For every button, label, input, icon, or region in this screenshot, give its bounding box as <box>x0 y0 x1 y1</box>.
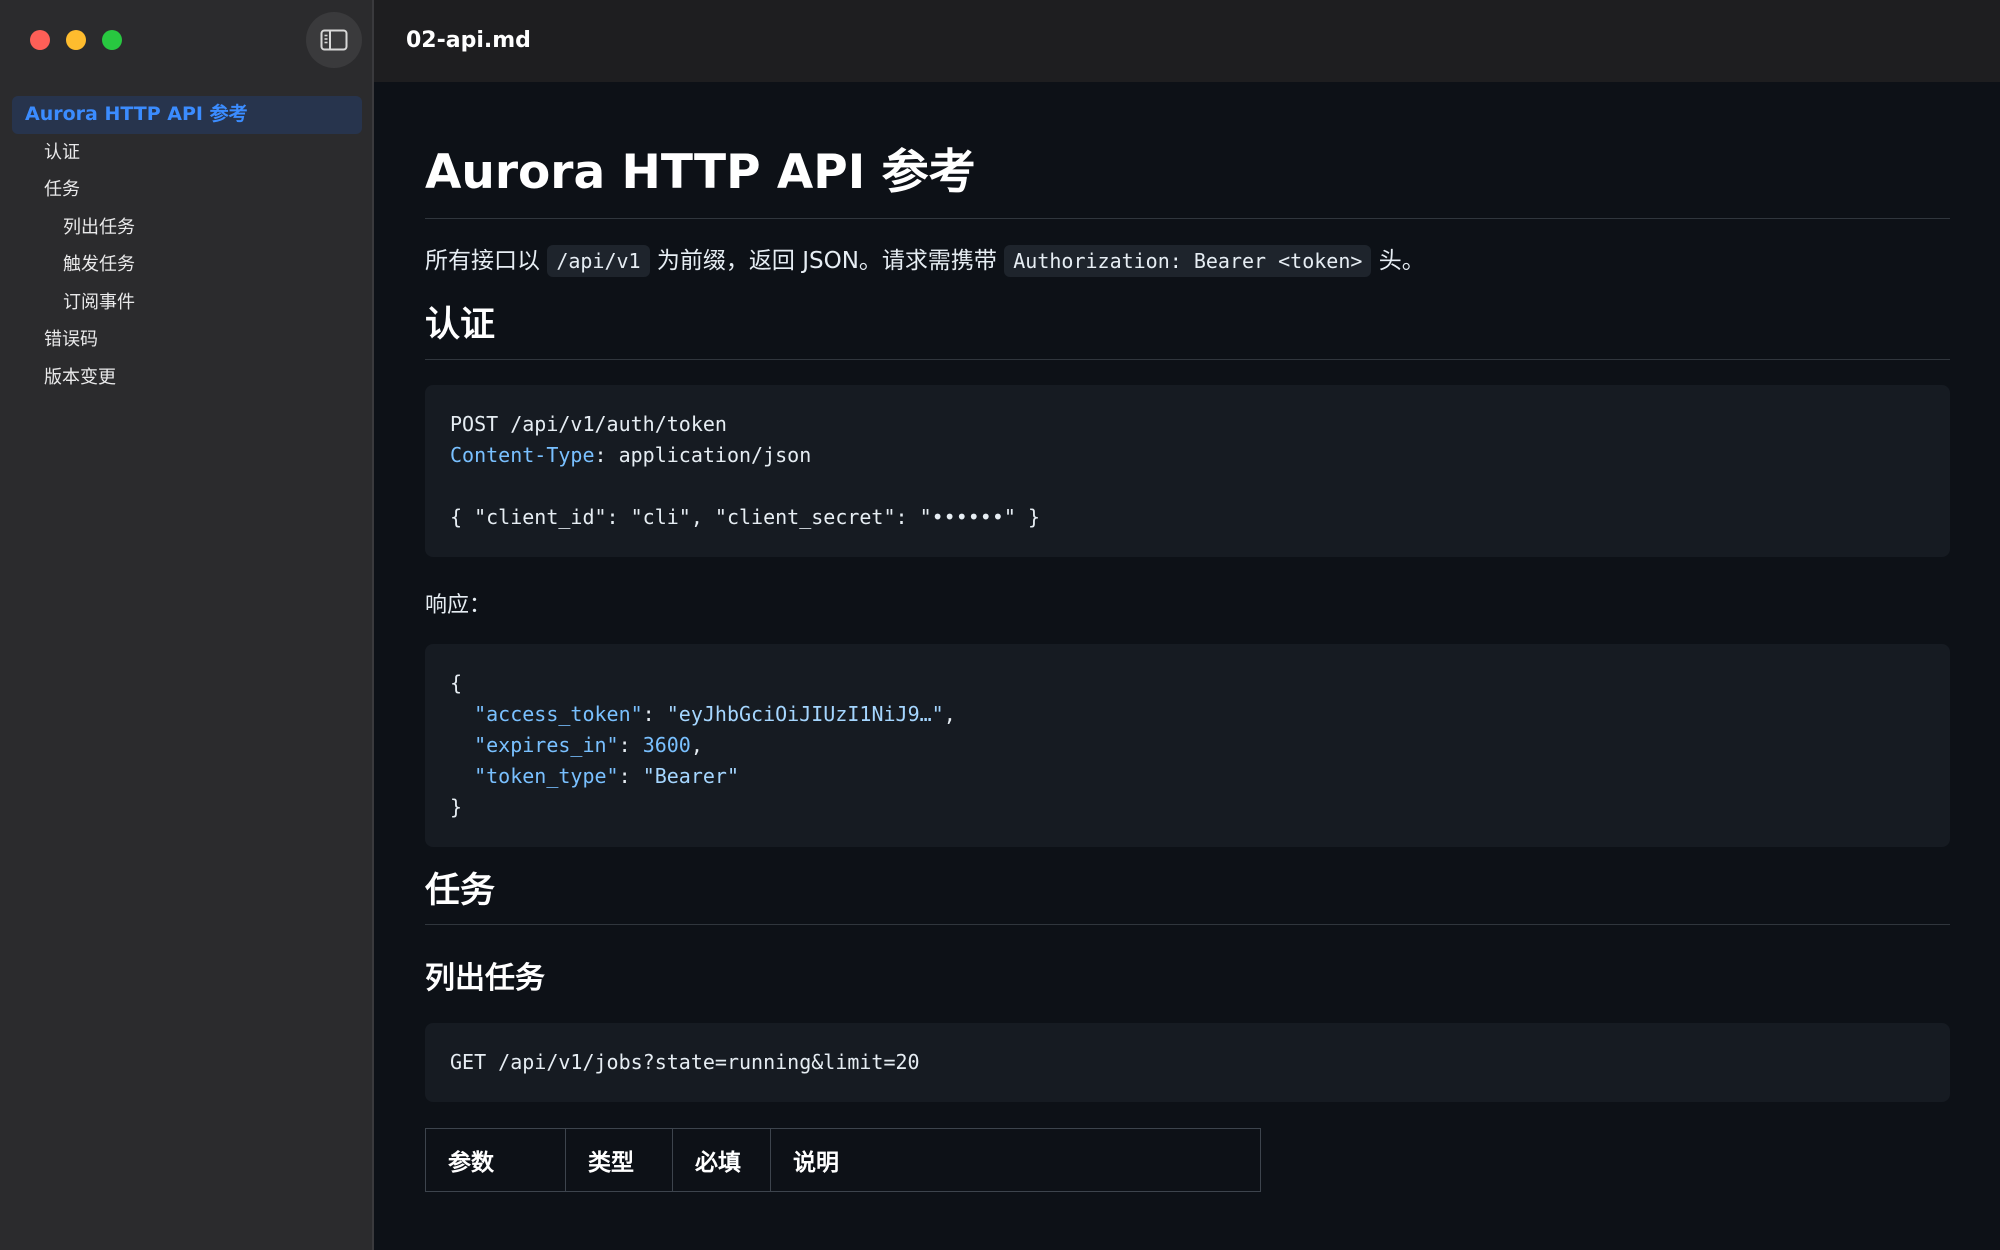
json-value: 3600 <box>642 732 691 757</box>
table-header-row: 参数 类型 必填 说明 <box>425 1128 1261 1193</box>
code-header-key: Content-Type <box>450 442 595 467</box>
toc-item-auth[interactable]: 认证 <box>12 134 362 172</box>
table-of-contents: Aurora HTTP API 参考 认证 任务 列出任务 触发任务 订阅事件 … <box>12 96 362 396</box>
code-block-list-jobs: GET /api/v1/jobs?state=running&limit=20 <box>425 1023 1950 1103</box>
code-line: { "client_id": "cli", "client_secret": "… <box>450 504 1041 529</box>
code-line: POST /api/v1/auth/token <box>450 411 727 436</box>
inline-code-auth-header: Authorization: Bearer <token> <box>1004 245 1372 278</box>
table-header-cell: 必填 <box>672 1128 771 1193</box>
table-header-cell: 参数 <box>425 1128 566 1193</box>
code-line: { <box>450 670 463 695</box>
close-window-button[interactable] <box>30 30 50 50</box>
intro-text-3: 头。 <box>1371 248 1425 275</box>
sidebar-icon <box>320 29 348 51</box>
code-line: } <box>450 794 463 819</box>
intro-paragraph: 所有接口以 /api/v1 为前缀，返回 JSON。请求需携带 Authoriz… <box>425 241 1950 281</box>
heading-auth: 认证 <box>425 303 1950 360</box>
minimize-window-button[interactable] <box>66 30 86 50</box>
code-line: GET /api/v1/jobs?state=running&limit=20 <box>450 1050 920 1075</box>
zoom-window-button[interactable] <box>102 30 122 50</box>
inline-code-prefix: /api/v1 <box>547 245 650 278</box>
json-key: "expires_in" <box>474 732 619 757</box>
json-value: "eyJhbGciOiJIUzI1NiJ9…" <box>666 701 944 726</box>
code-block-auth-request: POST /api/v1/auth/token Content-Type: ap… <box>425 384 1950 557</box>
json-key: "access_token" <box>474 701 643 726</box>
intro-text-2: 为前缀，返回 JSON。请求需携带 <box>649 248 1005 275</box>
sidebar: Aurora HTTP API 参考 认证 任务 列出任务 触发任务 订阅事件 … <box>0 0 374 1250</box>
toc-item-trigger-job[interactable]: 触发任务 <box>12 246 362 284</box>
toc-item-aurora-http-api[interactable]: Aurora HTTP API 参考 <box>12 96 362 134</box>
window-controls <box>30 30 122 50</box>
json-key: "token_type" <box>474 763 619 788</box>
response-label: 响应： <box>425 592 492 618</box>
document-content: Aurora HTTP API 参考 所有接口以 /api/v1 为前缀，返回 … <box>425 82 1950 1193</box>
toc-item-error-codes[interactable]: 错误码 <box>12 321 362 359</box>
title-bar: 02-api.md <box>374 0 2000 82</box>
table-header-cell: 类型 <box>565 1128 673 1193</box>
toc-item-subscribe-events[interactable]: 订阅事件 <box>12 284 362 322</box>
page-title: Aurora HTTP API 参考 <box>425 82 1950 220</box>
params-table: 参数 类型 必填 说明 <box>425 1128 1261 1193</box>
code-block-auth-response: { "access_token": "eyJhbGciOiJIUzI1NiJ9…… <box>425 643 1950 847</box>
json-value: "Bearer" <box>642 763 740 788</box>
sidebar-toggle-button[interactable] <box>306 12 362 68</box>
heading-jobs: 任务 <box>425 869 1950 926</box>
toc-item-list-jobs[interactable]: 列出任务 <box>12 209 362 247</box>
intro-text-1: 所有接口以 <box>425 248 548 275</box>
toc-item-jobs[interactable]: 任务 <box>12 171 362 209</box>
code-header-value: : application/json <box>594 442 812 467</box>
heading-list-jobs: 列出任务 <box>425 961 545 997</box>
document-title: 02-api.md <box>406 28 531 53</box>
table-header-cell: 说明 <box>770 1128 1261 1193</box>
toc-item-changelog[interactable]: 版本变更 <box>12 359 362 397</box>
